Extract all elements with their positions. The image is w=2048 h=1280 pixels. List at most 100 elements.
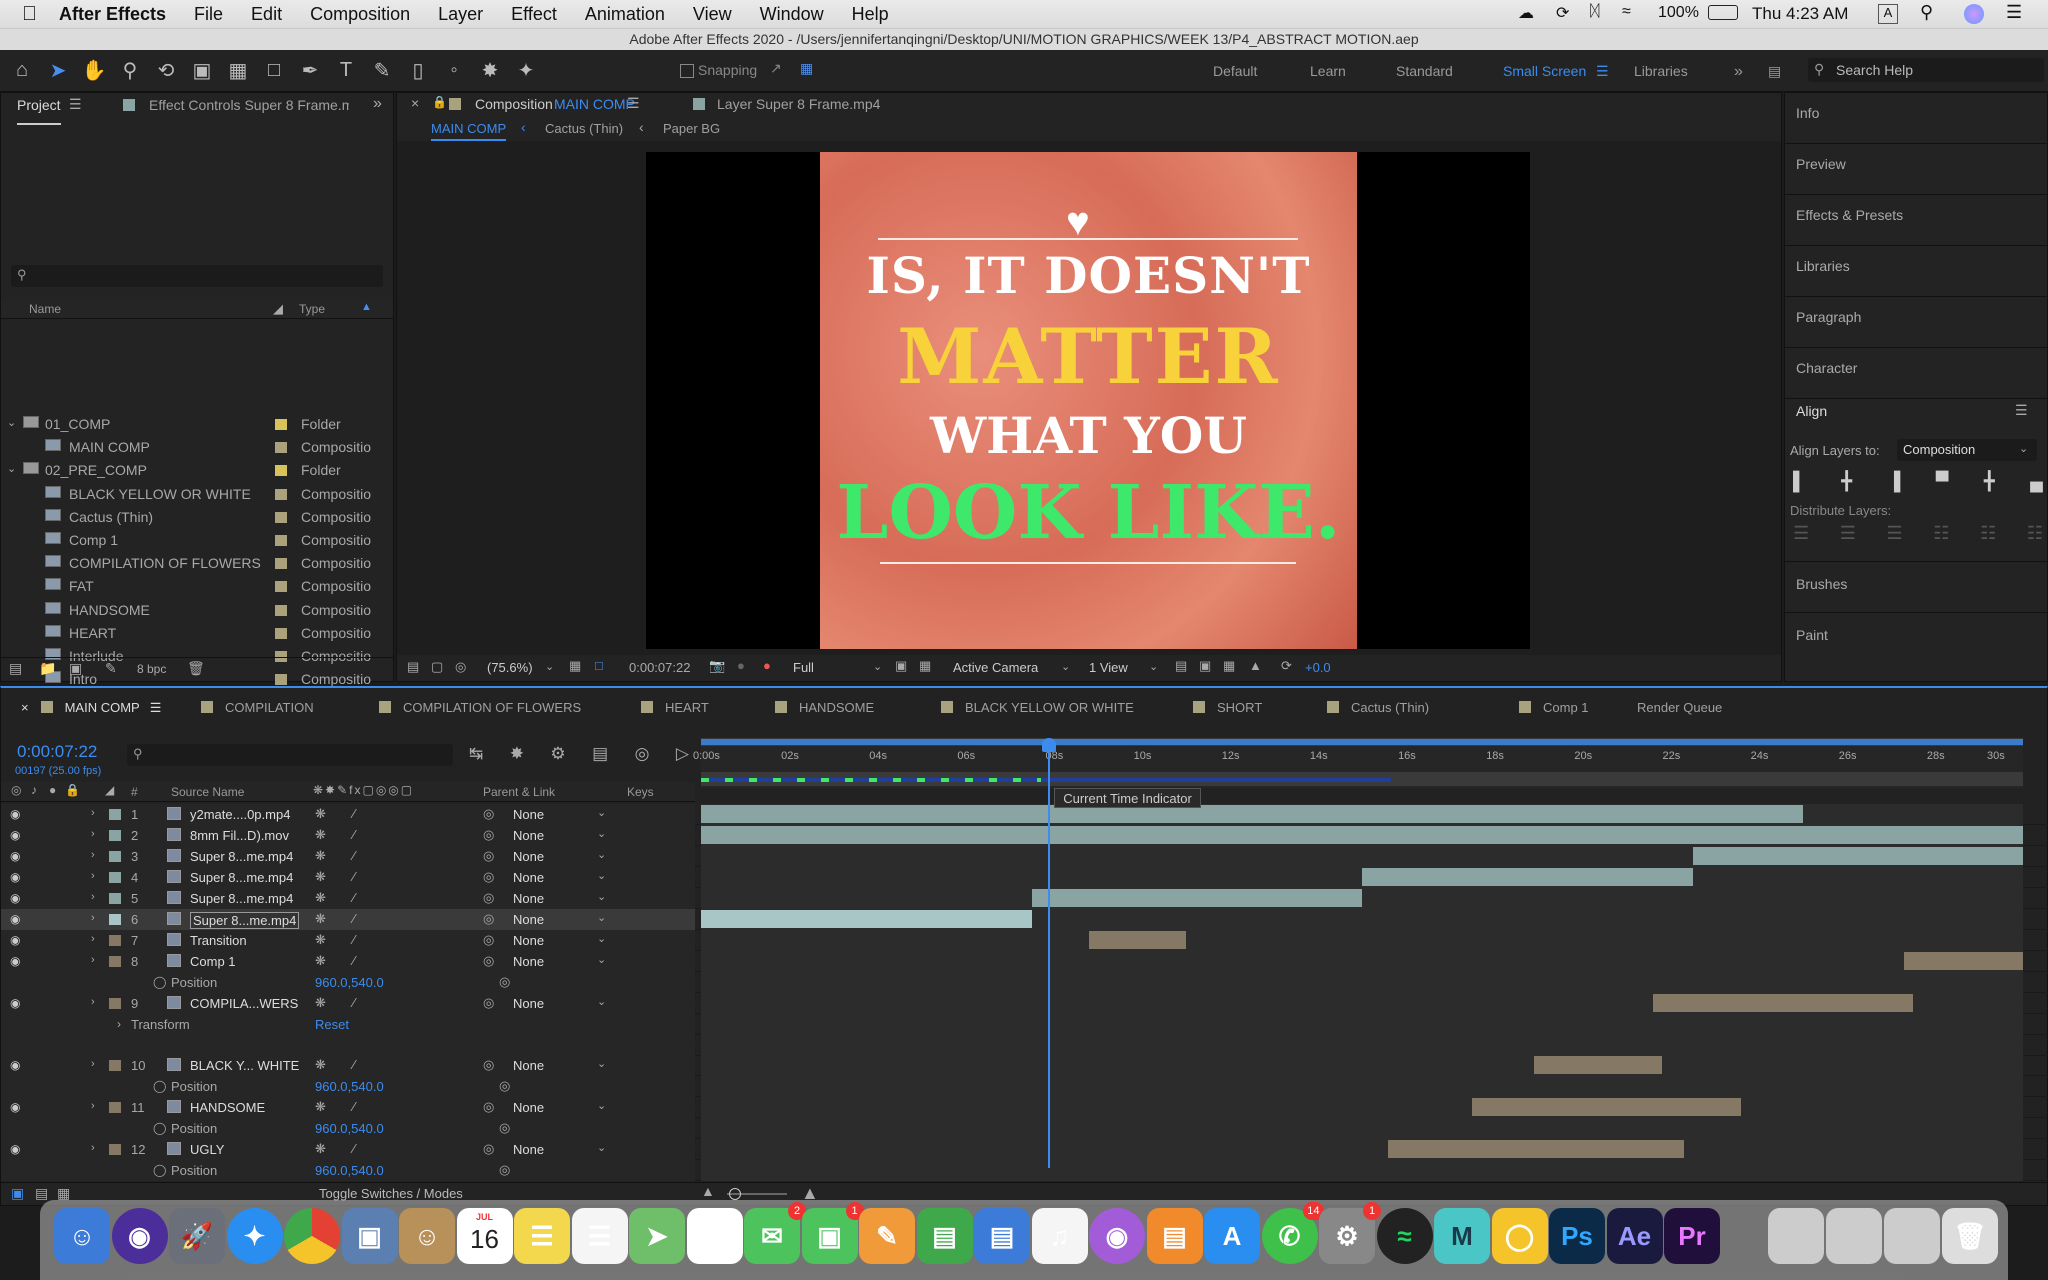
project-item[interactable]: HEART Compositio [1,622,393,645]
label-swatch[interactable] [109,809,121,820]
bit-depth[interactable]: 8 bpc [137,662,166,676]
menu-view[interactable]: View [693,4,732,25]
menu-layer[interactable]: Layer [438,4,483,25]
project-menu-icon[interactable]: ☰ [69,96,82,113]
chevron-down-icon[interactable]: ⌄ [7,462,16,475]
layer-duration-bar[interactable] [1388,1140,1684,1158]
downloads-stack-icon[interactable] [1768,1208,1824,1264]
hand-tool-icon[interactable]: ✋ [80,57,108,85]
after-effects-icon[interactable]: Ae [1606,1208,1663,1264]
menu-animation[interactable]: Animation [585,4,665,25]
parent-select[interactable]: None [513,891,544,906]
project-item[interactable]: COMPILATION OF FLOWERS Compositio [1,552,393,575]
expand-chevron-icon[interactable]: › [91,870,95,882]
expand-chevron-icon[interactable]: › [91,933,95,945]
project-search-input[interactable]: ⚲ [11,265,383,287]
app-menu[interactable]: After Effects [59,4,166,25]
label-swatch[interactable] [275,558,287,570]
project-item[interactable]: ⌄ 01_COMP Folder [1,413,393,436]
shy-switch-icon[interactable]: ❋ [315,806,326,822]
align-left-icon[interactable]: ▌ [1793,471,1806,493]
parent-pickwhip-icon[interactable]: ◎ [483,911,494,927]
type-tool-icon[interactable]: T [332,57,360,85]
rotate-tool-icon[interactable]: ⟲ [152,57,180,85]
layer-row[interactable]: ◉ › 11 HANDSOME ❋ ∕ ◎ None ⌄ [1,1097,2048,1118]
visibility-eye-icon[interactable]: ◉ [10,828,20,842]
shy-switch-icon[interactable]: ❋ [315,1057,326,1073]
project-item[interactable]: Cactus (Thin) Compositio [1,506,393,529]
visibility-eye-icon[interactable]: ◉ [10,1100,20,1114]
panel-effects-presets[interactable]: Effects & Presets [1785,195,2047,246]
visibility-eye-icon[interactable]: ◉ [10,996,20,1010]
layout-icon[interactable]: ▤ [1768,63,1781,80]
playhead-handle[interactable] [1042,738,1057,752]
label-swatch[interactable] [275,604,287,616]
fast-previews-icon[interactable]: ▣ [1199,658,1211,674]
clock[interactable]: Thu 4:23 AM [1752,4,1848,24]
column-type[interactable]: Type [299,302,325,316]
layer-row[interactable]: ◉ › 9 COMPILA...WERS ❋ ∕ ◎ None ⌄ [1,993,2048,1014]
interpret-footage-icon[interactable]: ▤ [9,660,22,677]
breadcrumb-paper-bg[interactable]: Paper BG [663,121,720,136]
label-swatch[interactable] [275,442,287,454]
whatsapp-icon[interactable]: ✆ 14 [1261,1202,1324,1264]
layer-name[interactable]: Super 8...me.mp4 [190,912,300,929]
zoom-slider-handle[interactable] [729,1188,741,1200]
viewer-timecode[interactable]: 0:00:07:22 [629,660,690,675]
comp-menu-icon[interactable]: ☰ [627,95,640,112]
workspace-default[interactable]: Default [1213,63,1257,79]
panel-libraries[interactable]: Libraries [1785,246,2047,297]
shy-switch-icon[interactable]: ❋ [315,911,326,927]
brush-tool-icon[interactable]: ✎ [368,57,396,85]
property-row[interactable]: ◯ Position 960.0,540.0 ◎ [1,972,2048,993]
tab-layer[interactable]: Layer Super 8 Frame.mp4 [717,96,880,112]
close-tab-icon[interactable]: × [411,95,419,111]
workspace-menu-icon[interactable]: ☰ [1596,63,1609,80]
tab-menu-icon[interactable]: ☰ [150,700,162,715]
menu-composition[interactable]: Composition [310,4,410,25]
new-composition-icon[interactable]: ▣ [69,660,82,677]
mask-visibility-icon[interactable]: ◎ [455,659,466,675]
property-row[interactable]: › Transform Reset [1,1014,2048,1035]
tips-icon[interactable]: ◯ [1491,1208,1548,1264]
premiere-icon[interactable]: Pr [1664,1208,1720,1264]
menu-effect[interactable]: Effect [511,4,557,25]
finder-icon[interactable]: ☺ [54,1208,110,1264]
shy-switch-icon[interactable]: ❋ [315,869,326,885]
siri-icon[interactable]: ◉ [111,1208,168,1264]
quality-switch-icon[interactable]: ∕ [353,995,355,1010]
expand-chevron-icon[interactable]: › [91,954,95,966]
align-title[interactable]: Align [1796,403,1827,419]
layer-duration-bar[interactable] [701,805,1803,823]
snap-options-icon[interactable]: ↗ [770,60,782,77]
layer-duration-bar[interactable] [701,826,2023,844]
color-channels-icon[interactable]: ● [763,658,771,673]
project-item[interactable]: BLACK YELLOW OR WHITE Compositio [1,483,393,506]
work-area-bar[interactable] [701,738,2023,746]
camera-tool-icon[interactable]: ▣ [188,57,216,85]
layer-duration-bar[interactable] [1692,847,2023,865]
visibility-eye-icon[interactable]: ◉ [10,954,20,968]
parent-pickwhip-icon[interactable]: ◎ [483,953,494,969]
parent-select[interactable]: None [513,1100,544,1115]
workspace-standard[interactable]: Standard [1396,63,1453,79]
layer-duration-bar[interactable] [1362,868,1693,886]
always-preview-icon[interactable]: ▤ [407,659,419,675]
quality-switch-icon[interactable]: ∕ [353,848,355,863]
roto-brush-tool-icon[interactable]: ✸ [476,57,504,85]
layer-switches-toggle-icon[interactable]: ▣ [11,1185,24,1202]
visibility-eye-icon[interactable]: ◉ [10,849,20,863]
documents-stack-icon[interactable] [1826,1208,1882,1264]
label-swatch[interactable] [109,956,121,967]
parent-pickwhip-icon[interactable]: ◎ [483,827,494,843]
timeline-tab[interactable]: BLACK YELLOW OR WHITE [941,700,1134,715]
visibility-eye-icon[interactable]: ◉ [10,891,20,905]
expand-chevron-icon[interactable]: › [91,849,95,861]
property-value[interactable]: 960.0,540.0 [315,1163,384,1178]
parent-pickwhip-icon[interactable]: ◎ [483,932,494,948]
music-icon[interactable]: ♫ [1031,1208,1088,1264]
timeline-tab[interactable]: Comp 1 [1519,700,1589,715]
parent-select[interactable]: None [513,933,544,948]
layer-row[interactable]: ◉ › 8 Comp 1 ❋ ∕ ◎ None ⌄ [1,951,2048,972]
workspace-learn[interactable]: Learn [1310,63,1346,79]
